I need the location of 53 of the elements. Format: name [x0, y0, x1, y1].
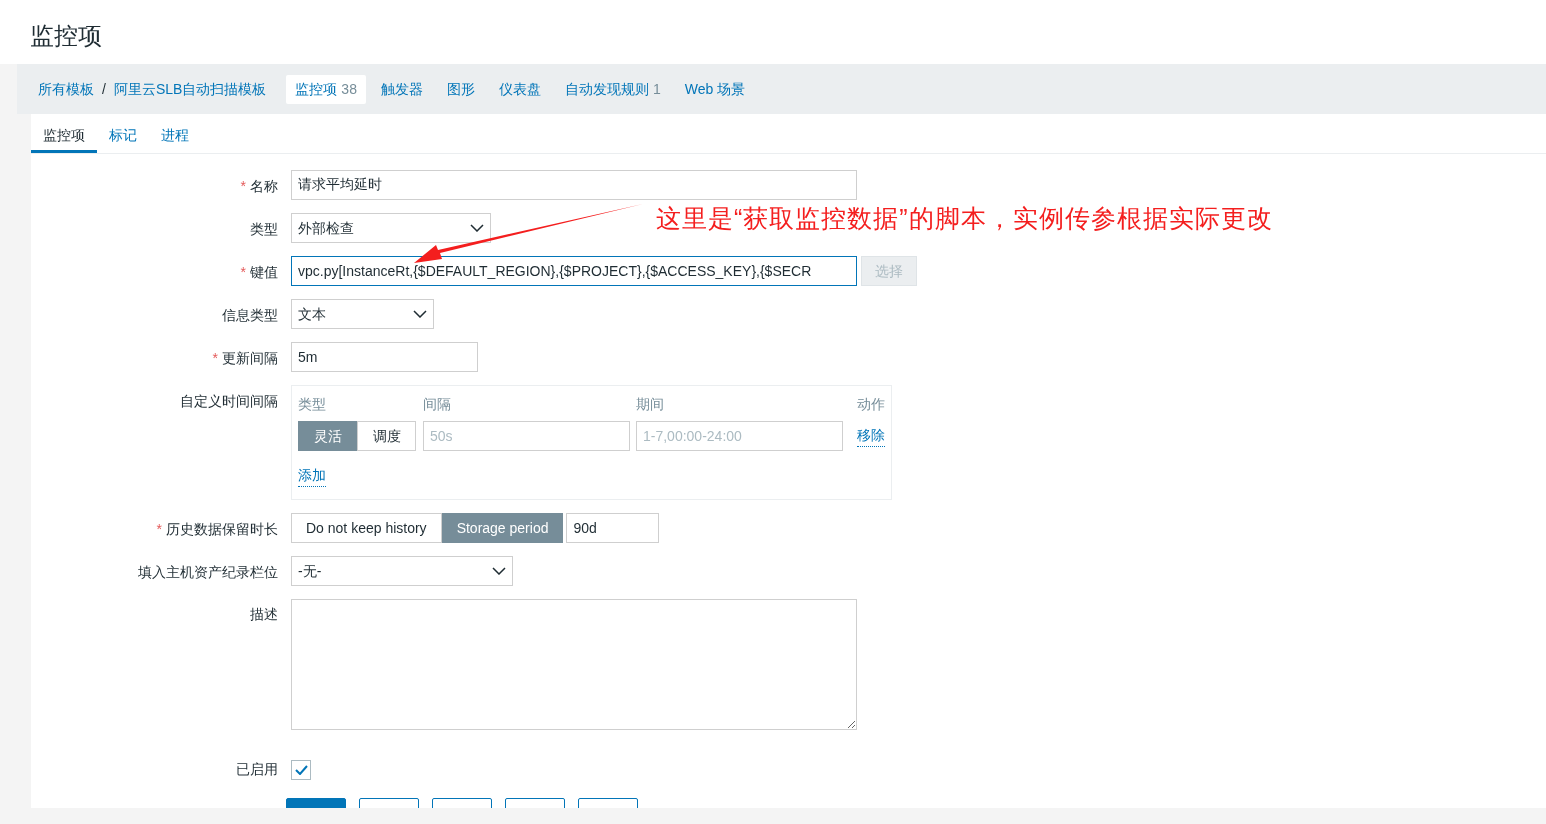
- field-label: 历史数据保留时长: [166, 520, 278, 539]
- annotation-text: 这里是“获取监控数据”的脚本，实例传参根据实际更改: [656, 203, 1273, 234]
- nav-tab[interactable]: 监控项 38: [286, 74, 366, 104]
- page-title: 监控项: [30, 21, 102, 51]
- breadcrumb-link[interactable]: 阿里云SLB自动扫描模板: [113, 78, 267, 100]
- name-field[interactable]: 请求平均延时: [291, 170, 857, 200]
- check-icon: [294, 764, 308, 775]
- key-field[interactable]: vpc.py[InstanceRt,{$DEFAULT_REGION},{$PROJECT},{$ACCESS_KEY},{$SECR: [291, 256, 857, 286]
- history-option[interactable]: Storage period: [441, 513, 564, 543]
- column-header: 间隔: [423, 395, 452, 414]
- mode-toggle[interactable]: 灵活: [298, 421, 357, 451]
- select-field[interactable]: -无-: [291, 556, 513, 586]
- required-mark: *: [240, 263, 246, 282]
- enabled-checkbox[interactable]: [291, 759, 311, 780]
- required-mark: *: [156, 520, 162, 539]
- nav-tab[interactable]: Web 场景: [675, 74, 755, 104]
- required-mark: *: [240, 177, 246, 196]
- chevron-down-icon: [413, 310, 427, 318]
- chevron-down-icon: [470, 224, 484, 232]
- interval-field[interactable]: 5m: [291, 342, 478, 372]
- form-tab[interactable]: 标记: [97, 114, 149, 153]
- column-header: 动作: [856, 395, 885, 414]
- nav-tab[interactable]: 仪表盘: [489, 74, 550, 104]
- field-label: 已启用: [236, 760, 278, 779]
- mode-toggle[interactable]: 调度: [357, 421, 416, 451]
- period-input[interactable]: 1-7,00:00-24:00: [636, 421, 843, 451]
- field-label: 更新间隔: [222, 349, 278, 368]
- column-header: 期间: [636, 395, 665, 414]
- field-label: 名称: [250, 177, 278, 196]
- nav-tab[interactable]: 自动发现规则 1: [555, 74, 670, 104]
- breadcrumb-separator: /: [102, 79, 106, 99]
- required-mark: *: [212, 349, 218, 368]
- field-label: 描述: [250, 605, 278, 624]
- chevron-down-icon: [492, 567, 506, 575]
- select-field[interactable]: 文本: [291, 299, 434, 329]
- nav-tab[interactable]: 触发器: [371, 74, 432, 104]
- select-field[interactable]: 外部检查: [291, 213, 491, 243]
- description-field[interactable]: [291, 599, 857, 730]
- interval-input[interactable]: 50s: [423, 421, 630, 451]
- form-tab[interactable]: 监控项: [31, 114, 97, 153]
- nav-tab[interactable]: 图形: [437, 74, 484, 104]
- history-field[interactable]: 90d: [566, 513, 660, 543]
- field-label: 自定义时间间隔: [180, 392, 278, 411]
- remove-link[interactable]: 移除: [857, 425, 885, 447]
- field-label: 填入主机资产纪录栏位: [138, 563, 278, 582]
- field-label: 键值: [250, 263, 278, 282]
- breadcrumb-link[interactable]: 所有模板: [38, 78, 94, 100]
- history-option[interactable]: Do not keep history: [291, 513, 442, 543]
- add-link[interactable]: 添加: [298, 465, 326, 487]
- column-header: 类型: [298, 395, 327, 414]
- form-tab[interactable]: 进程: [149, 114, 201, 153]
- field-label: 信息类型: [222, 306, 278, 325]
- field-label: 类型: [250, 220, 278, 239]
